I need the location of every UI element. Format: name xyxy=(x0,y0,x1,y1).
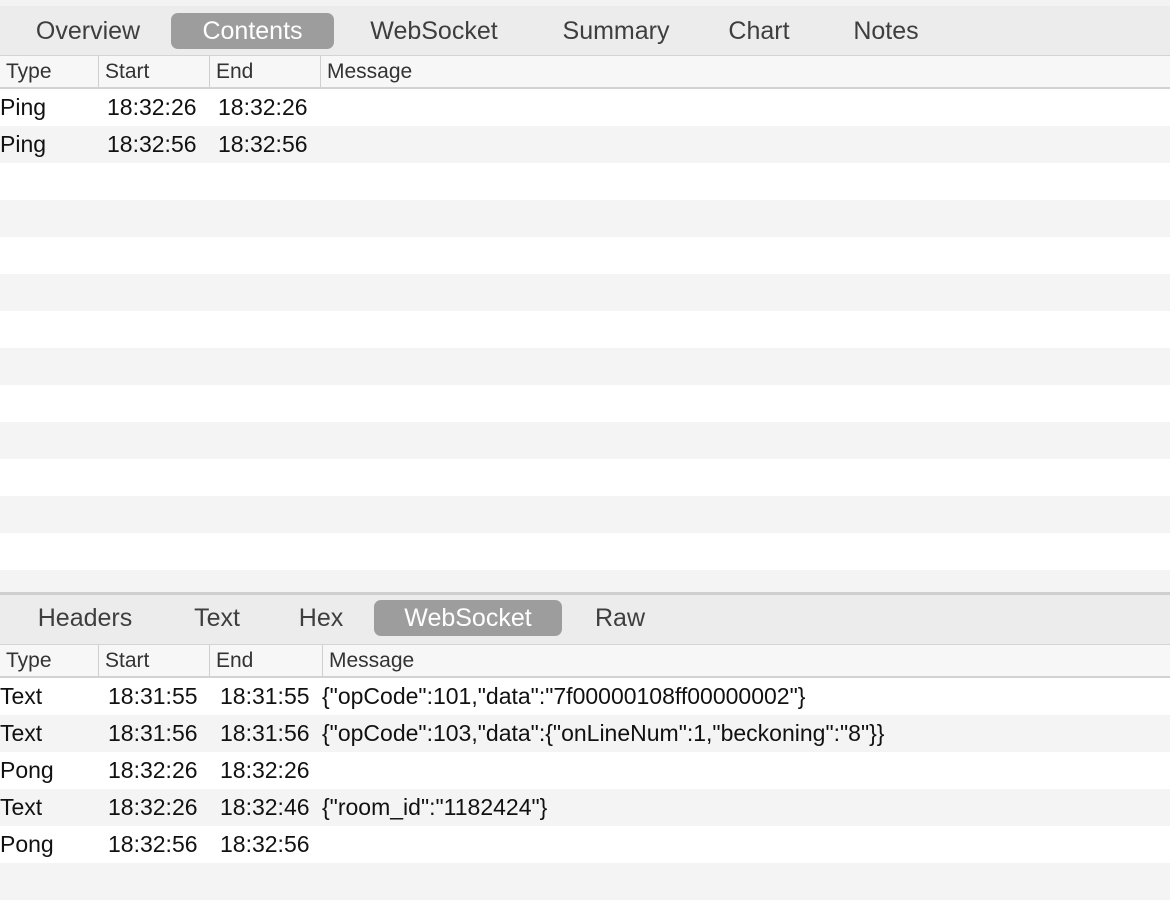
empty-row xyxy=(0,163,1170,200)
column-header-end[interactable]: End xyxy=(209,56,320,87)
tab-websocket-detail[interactable]: WebSocket xyxy=(374,600,562,636)
row-start-time: 18:32:26 xyxy=(107,94,197,120)
row-end-time: 18:31:56 xyxy=(220,720,310,746)
table-row[interactable]: Pong 18:32:56 18:32:56 xyxy=(0,826,1170,863)
empty-row xyxy=(0,311,1170,348)
lower-table-body: Text 18:31:55 18:31:55 {"opCode":101,"data"… xyxy=(0,678,1170,909)
table-row[interactable]: Text 18:31:56 18:31:56 {"opCode":103,"data"… xyxy=(0,715,1170,752)
empty-row xyxy=(0,570,1170,592)
lower-pane: Headers Text Hex WebSocket Raw Type Star… xyxy=(0,592,1170,909)
row-message: {"room_id":"1182424"} xyxy=(322,794,548,820)
upper-tab-bar: Overview Contents WebSocket Summary Char… xyxy=(0,0,1170,56)
tab-contents[interactable]: Contents xyxy=(171,13,334,49)
row-end-time: 18:32:46 xyxy=(220,794,310,820)
table-row[interactable]: Ping 18:32:26 18:32:26 xyxy=(0,89,1170,126)
empty-row xyxy=(0,459,1170,496)
row-type: Ping xyxy=(0,94,47,120)
column-header-type[interactable]: Type xyxy=(0,645,98,676)
row-end-time: 18:32:56 xyxy=(220,831,310,857)
row-start-time: 18:32:56 xyxy=(107,131,197,157)
tab-raw[interactable]: Raw xyxy=(580,600,660,636)
empty-row xyxy=(0,496,1170,533)
column-header-end[interactable]: End xyxy=(209,645,322,676)
row-start-time: 18:31:55 xyxy=(108,683,198,709)
row-message: {"opCode":101,"data":"7f00000108ff000000… xyxy=(322,683,806,709)
table-row[interactable]: Pong 18:32:26 18:32:26 xyxy=(0,752,1170,789)
table-row[interactable]: Ping 18:32:56 18:32:56 xyxy=(0,126,1170,163)
tab-chart[interactable]: Chart xyxy=(712,13,806,49)
row-type: Text xyxy=(0,794,43,820)
row-start-time: 18:32:26 xyxy=(108,757,198,783)
tab-headers[interactable]: Headers xyxy=(20,600,150,636)
row-message: {"opCode":103,"data":{"onLineNum":1,"bec… xyxy=(322,720,885,746)
empty-row xyxy=(0,348,1170,385)
empty-row xyxy=(0,863,1170,900)
lower-tab-bar: Headers Text Hex WebSocket Raw xyxy=(0,592,1170,645)
tab-overview[interactable]: Overview xyxy=(10,13,166,49)
empty-row xyxy=(0,274,1170,311)
row-start-time: 18:32:26 xyxy=(108,794,198,820)
row-end-time: 18:32:26 xyxy=(220,757,310,783)
empty-row xyxy=(0,533,1170,570)
row-end-time: 18:32:56 xyxy=(218,131,308,157)
empty-row xyxy=(0,900,1170,909)
row-type: Ping xyxy=(0,131,47,157)
column-header-message[interactable]: Message xyxy=(322,645,1170,676)
tab-websocket[interactable]: WebSocket xyxy=(354,13,514,49)
empty-row xyxy=(0,422,1170,459)
row-type: Text xyxy=(0,683,43,709)
upper-pane: Overview Contents WebSocket Summary Char… xyxy=(0,0,1170,592)
upper-table-body: Ping 18:32:26 18:32:26 Ping 18:32:56 18:32:56 xyxy=(0,89,1170,592)
row-end-time: 18:31:55 xyxy=(220,683,310,709)
tab-summary[interactable]: Summary xyxy=(546,13,686,49)
column-header-start[interactable]: Start xyxy=(98,645,209,676)
row-end-time: 18:32:26 xyxy=(218,94,308,120)
row-start-time: 18:32:56 xyxy=(108,831,198,857)
empty-row xyxy=(0,200,1170,237)
column-header-type[interactable]: Type xyxy=(0,56,98,87)
row-start-time: 18:31:56 xyxy=(108,720,198,746)
tab-text[interactable]: Text xyxy=(176,600,258,636)
empty-row xyxy=(0,385,1170,422)
row-type: Pong xyxy=(0,757,54,783)
tab-notes[interactable]: Notes xyxy=(838,13,934,49)
row-type: Text xyxy=(0,720,43,746)
tab-hex[interactable]: Hex xyxy=(284,600,358,636)
lower-table-header: Type Start End Message xyxy=(0,645,1170,678)
upper-table-header: Type Start End Message xyxy=(0,56,1170,89)
column-header-start[interactable]: Start xyxy=(98,56,209,87)
empty-row xyxy=(0,237,1170,274)
table-row[interactable]: Text 18:32:26 18:32:46 {"room_id":"1182424"… xyxy=(0,789,1170,826)
table-row[interactable]: Text 18:31:55 18:31:55 {"opCode":101,"data"… xyxy=(0,678,1170,715)
column-header-message[interactable]: Message xyxy=(320,56,1170,87)
row-type: Pong xyxy=(0,831,54,857)
